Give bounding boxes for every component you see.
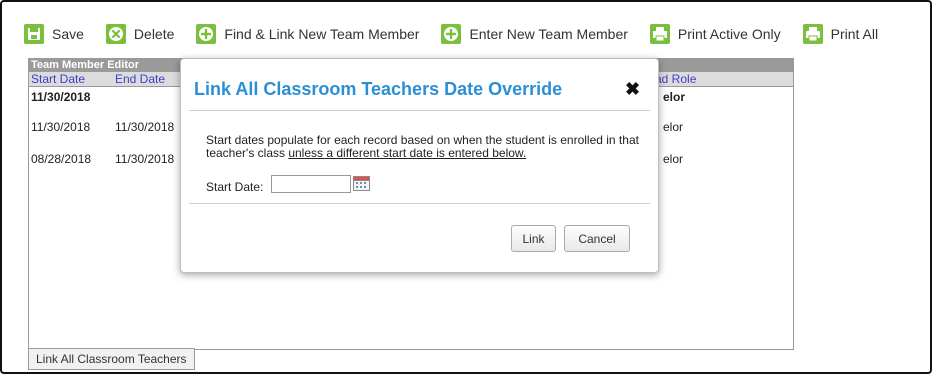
start-date-label: Start Date: [206,180,264,194]
window-frame: Save Delete Find & Link New Team Member … [0,0,932,374]
row-start-date: 08/28/2018 [31,152,92,166]
plus-icon [196,24,217,44]
delete-button[interactable]: Delete [105,24,175,44]
delete-label: Delete [133,26,175,42]
enter-new-team-member-button[interactable]: Enter New Team Member [441,24,628,44]
toolbar: Save Delete Find & Link New Team Member … [24,19,900,49]
delete-icon [105,24,126,44]
find-link-team-member-button[interactable]: Find & Link New Team Member [196,24,419,44]
date-override-dialog: Link All Classroom Teachers Date Overrid… [180,58,659,273]
printer-icon [649,24,670,44]
save-label: Save [52,26,84,42]
dialog-title: Link All Classroom Teachers Date Overrid… [194,79,563,99]
link-all-classroom-teachers-button[interactable]: Link All Classroom Teachers [28,348,195,370]
description-underlined-text: unless a different start date is entered… [288,146,527,160]
row-start-date: 11/30/2018 [31,90,91,104]
enter-new-label: Enter New Team Member [469,26,628,42]
find-link-label: Find & Link New Team Member [224,26,420,42]
row-end-date: 11/30/2018 [115,152,175,166]
divider [189,203,650,204]
row-role: elor [663,90,686,104]
plus-icon [441,24,462,44]
row-role: elor [663,152,684,166]
dialog-description: Start dates populate for each record bas… [206,134,646,160]
column-header-start-date[interactable]: Start Date [31,72,85,86]
print-all-label: Print All [830,26,879,42]
print-active-label: Print Active Only [677,26,781,42]
start-date-input[interactable] [271,175,351,193]
column-header-end-date[interactable]: End Date [115,72,165,86]
row-end-date: 11/30/2018 [115,120,175,134]
cancel-button[interactable]: Cancel [564,225,630,252]
calendar-icon[interactable] [353,176,370,191]
save-icon [24,24,44,44]
row-role: elor [663,120,684,134]
print-active-only-button[interactable]: Print Active Only [649,24,781,44]
divider [189,110,650,111]
printer-icon [802,24,823,44]
print-all-button[interactable]: Print All [802,24,879,44]
close-icon[interactable]: ✖ [625,80,640,98]
link-button[interactable]: Link [511,225,556,252]
column-header-role[interactable]: ad Role [655,72,696,86]
row-start-date: 11/30/2018 [31,120,91,134]
save-button[interactable]: Save [24,24,84,44]
